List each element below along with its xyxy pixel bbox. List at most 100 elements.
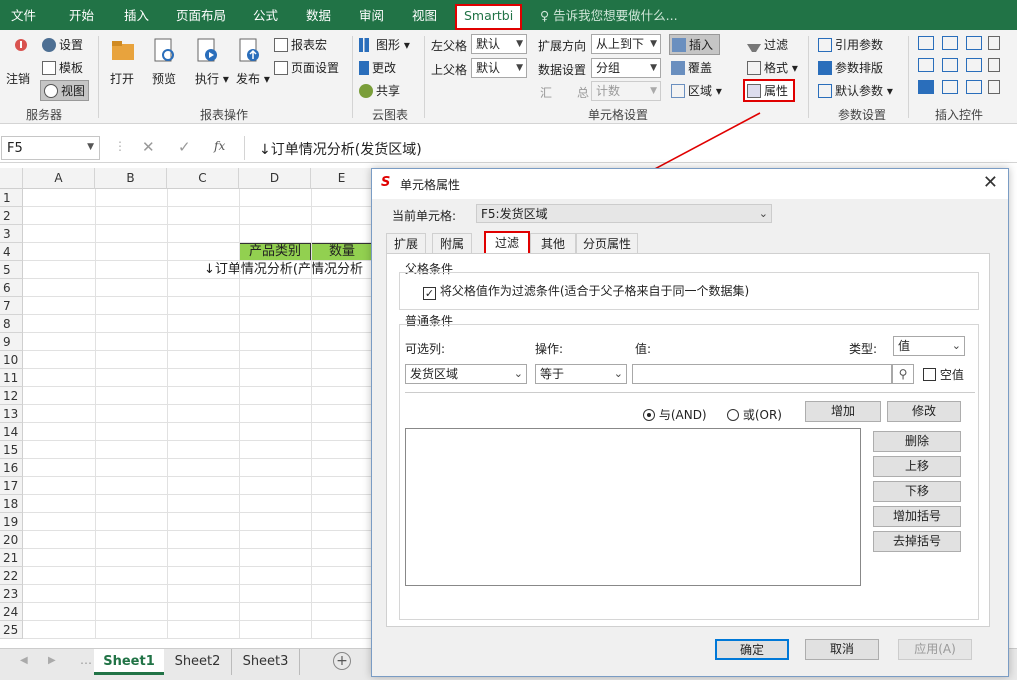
row-header-11[interactable]: 11 bbox=[0, 369, 23, 387]
reference-param-button[interactable]: 引用参数 bbox=[818, 36, 883, 53]
image-control-icon[interactable] bbox=[988, 58, 1000, 72]
close-icon[interactable]: ✕ bbox=[983, 172, 998, 193]
value-input[interactable] bbox=[632, 364, 892, 384]
select-all-corner[interactable] bbox=[0, 168, 23, 189]
tab-view[interactable]: 视图 bbox=[412, 0, 437, 32]
logout-button[interactable]: 注销 bbox=[6, 70, 30, 87]
tab-review[interactable]: 审阅 bbox=[359, 0, 384, 32]
column-header-d[interactable]: D bbox=[239, 168, 311, 189]
delete-button[interactable]: 删除 bbox=[873, 431, 961, 452]
preview-button[interactable]: 预览 bbox=[152, 70, 176, 87]
move-up-button[interactable]: 上移 bbox=[873, 456, 961, 477]
execute-button[interactable]: 执行 ▾ bbox=[195, 70, 229, 87]
row-header-5[interactable]: 5 bbox=[0, 261, 23, 279]
tab-other[interactable]: 其他 bbox=[530, 233, 576, 253]
publish-button[interactable]: 发布 ▾ bbox=[236, 70, 270, 87]
param-layout-button[interactable]: 参数排版 bbox=[818, 59, 883, 76]
update-button[interactable]: 更改 bbox=[359, 59, 396, 76]
column-header-b[interactable]: B bbox=[95, 168, 167, 189]
data-setting-select[interactable]: 分组 ▼ bbox=[591, 58, 661, 78]
settings-button[interactable]: 设置 bbox=[42, 36, 83, 53]
apply-button[interactable]: 应用(A) bbox=[898, 639, 972, 660]
add-button[interactable]: 增加 bbox=[805, 401, 881, 422]
tab-insert[interactable]: 插入 bbox=[124, 0, 149, 32]
scroll-right-icon[interactable]: ▶ bbox=[48, 655, 56, 666]
function-icon[interactable]: fx bbox=[214, 139, 225, 153]
tab-attached[interactable]: 附属 bbox=[432, 233, 472, 253]
row-header-6[interactable]: 6 bbox=[0, 279, 23, 297]
tab-formulas[interactable]: 公式 bbox=[253, 0, 278, 32]
column-header-e[interactable]: E bbox=[311, 168, 373, 189]
report-macro-button[interactable]: 报表宏 bbox=[274, 36, 327, 53]
sheet-tab-3[interactable]: Sheet3 bbox=[232, 649, 300, 675]
row-header-8[interactable]: 8 bbox=[0, 315, 23, 333]
add-sheet-icon[interactable]: + bbox=[333, 652, 351, 670]
left-parent-select[interactable]: 默认 ▼ bbox=[471, 34, 527, 54]
row-header-16[interactable]: 16 bbox=[0, 459, 23, 477]
operator-select[interactable]: 等于 ⌄ bbox=[535, 364, 627, 384]
tab-smartbi[interactable]: Smartbi bbox=[455, 4, 523, 30]
add-bracket-button[interactable]: 增加括号 bbox=[873, 506, 961, 527]
ok-button[interactable]: 确定 bbox=[715, 639, 789, 660]
column-select[interactable]: 发货区域 ⌄ bbox=[405, 364, 527, 384]
total-select[interactable]: 计数 ▼ bbox=[591, 81, 661, 101]
page-setup-button[interactable]: 页面设置 bbox=[274, 59, 339, 76]
row-header-13[interactable]: 13 bbox=[0, 405, 23, 423]
label-control-icon[interactable] bbox=[988, 80, 1000, 94]
tab-expand[interactable]: 扩展 bbox=[386, 233, 426, 253]
search-icon[interactable]: ⚲ bbox=[892, 364, 914, 384]
view-button[interactable]: 视图 bbox=[40, 80, 90, 101]
cell-d4[interactable]: 产品类别 bbox=[239, 243, 311, 261]
and-radio[interactable]: 与(AND) bbox=[643, 406, 707, 423]
formula-input[interactable]: ↓订单情况分析(发货区域) bbox=[244, 136, 1017, 160]
row-header-1[interactable]: 1 bbox=[0, 189, 23, 207]
cover-button[interactable]: 覆盖 bbox=[671, 59, 712, 76]
modify-button[interactable]: 修改 bbox=[887, 401, 961, 422]
cancel-button[interactable]: 取消 bbox=[805, 639, 879, 660]
property-button[interactable]: 属性 bbox=[743, 79, 796, 102]
type-select[interactable]: 值 ⌄ bbox=[893, 336, 965, 356]
current-cell-select[interactable]: F5:发货区域 ⌄ bbox=[476, 204, 772, 223]
more-sheets-icon[interactable]: … bbox=[80, 653, 92, 667]
row-header-19[interactable]: 19 bbox=[0, 513, 23, 531]
row-header-7[interactable]: 7 bbox=[0, 297, 23, 315]
row-header-3[interactable]: 3 bbox=[0, 225, 23, 243]
area-button[interactable]: 区域 ▾ bbox=[671, 82, 722, 99]
or-radio[interactable]: 或(OR) bbox=[727, 406, 782, 423]
row-header-2[interactable]: 2 bbox=[0, 207, 23, 225]
row-header-4[interactable]: 4 bbox=[0, 243, 23, 261]
row-header-24[interactable]: 24 bbox=[0, 603, 23, 621]
format-button[interactable]: 格式 ▾ bbox=[747, 59, 798, 76]
tab-page-property[interactable]: 分页属性 bbox=[576, 233, 638, 253]
remove-bracket-button[interactable]: 去掉括号 bbox=[873, 531, 961, 552]
name-box[interactable]: F5 ▼ bbox=[1, 136, 100, 160]
tab-data[interactable]: 数据 bbox=[306, 0, 331, 32]
radio-control-icon[interactable] bbox=[942, 58, 958, 72]
checkbox-control-icon[interactable] bbox=[918, 80, 934, 94]
input-control-icon[interactable] bbox=[966, 36, 982, 50]
row-header-22[interactable]: 22 bbox=[0, 567, 23, 585]
combobox-control-icon[interactable] bbox=[918, 36, 934, 50]
condition-list[interactable] bbox=[405, 428, 861, 586]
insert-button[interactable]: 插入 bbox=[669, 34, 721, 55]
tell-me-box[interactable]: ♀ 告诉我您想要做什么... bbox=[540, 0, 678, 32]
tab-home[interactable]: 开始 bbox=[69, 0, 94, 32]
row-header-25[interactable]: 25 bbox=[0, 621, 23, 639]
row-header-20[interactable]: 20 bbox=[0, 531, 23, 549]
tab-filter[interactable]: 过滤 bbox=[484, 231, 530, 253]
column-header-a[interactable]: A bbox=[23, 168, 95, 189]
open-button[interactable]: 打开 bbox=[110, 70, 134, 87]
date-control-icon[interactable] bbox=[942, 80, 958, 94]
row-header-9[interactable]: 9 bbox=[0, 333, 23, 351]
dialog-titlebar[interactable]: S 单元格属性 ✕ bbox=[372, 169, 1008, 199]
scroll-left-icon[interactable]: ◀ bbox=[20, 655, 28, 666]
chart-button[interactable]: 图形 ▾ bbox=[359, 36, 410, 53]
tab-file[interactable]: 文件 bbox=[11, 0, 36, 32]
tab-page-layout[interactable]: 页面布局 bbox=[176, 0, 226, 32]
share-button[interactable]: 共享 bbox=[359, 82, 400, 99]
sheet-tab-2[interactable]: Sheet2 bbox=[164, 649, 232, 675]
list-control-icon[interactable] bbox=[918, 58, 934, 72]
empty-value-checkbox[interactable]: 空值 bbox=[923, 366, 964, 383]
tree-control-icon[interactable] bbox=[966, 58, 982, 72]
textbox-control-icon[interactable] bbox=[988, 36, 1000, 50]
